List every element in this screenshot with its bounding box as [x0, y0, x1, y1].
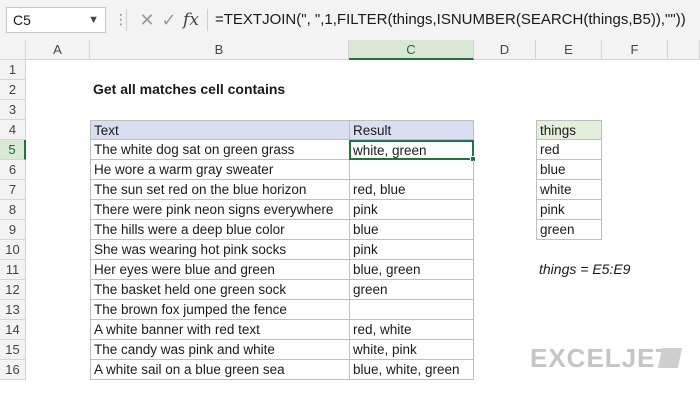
row-header-12[interactable]: 12 [0, 280, 26, 300]
row-header-3[interactable]: 3 [0, 100, 26, 120]
table-cell-text[interactable]: The sun set red on the blue horizon [90, 180, 350, 200]
column-header-overflow [668, 40, 700, 60]
row-header-13[interactable]: 13 [0, 300, 26, 320]
table-cell-result[interactable]: white, pink [349, 340, 474, 360]
column-header-f[interactable]: F [602, 40, 668, 60]
name-box-value: C5 [13, 12, 31, 28]
active-cell[interactable]: white, green [349, 140, 474, 160]
table-cell-text[interactable]: The brown fox jumped the fence [90, 300, 350, 320]
things-item[interactable]: pink [536, 200, 602, 220]
table-cell-result[interactable]: blue, white, green [349, 360, 474, 380]
table-cell-text[interactable]: The basket held one green sock [90, 280, 350, 300]
row-header-2[interactable]: 2 [0, 80, 26, 100]
row-header-1[interactable]: 1 [0, 60, 26, 80]
formula-bar-divider [207, 9, 208, 31]
things-item[interactable]: red [536, 140, 602, 160]
table-cell-result[interactable]: red, white [349, 320, 474, 340]
close-icon[interactable]: ✕ [136, 9, 158, 31]
table-cell-result[interactable]: blue, green [349, 260, 474, 280]
function-icon[interactable]: fx [180, 9, 202, 31]
table-cell-text[interactable]: Her eyes were blue and green [90, 260, 350, 280]
row-header-7[interactable]: 7 [0, 180, 26, 200]
things-item[interactable]: blue [536, 160, 602, 180]
formula-bar-divider [126, 9, 127, 31]
things-header[interactable]: things [536, 120, 602, 140]
table-cell-text[interactable]: The candy was pink and white [90, 340, 350, 360]
named-range-note: things = E5:E9 [539, 261, 631, 277]
things-item[interactable]: green [536, 220, 602, 240]
table-header-result[interactable]: Result [349, 120, 474, 140]
column-header-a[interactable]: A [26, 40, 90, 60]
table-cell-text[interactable]: The hills were a deep blue color [90, 220, 350, 240]
column-header-d[interactable]: D [474, 40, 536, 60]
row-header-4[interactable]: 4 [0, 120, 26, 140]
table-cell-text[interactable]: The white dog sat on green grass [90, 140, 350, 160]
row-header-14[interactable]: 14 [0, 320, 26, 340]
things-item[interactable]: white [536, 180, 602, 200]
table-cell-text[interactable]: A white sail on a blue green sea [90, 360, 350, 380]
formula-bar: C5 ▼ ⋮ ✕ ✓ fx =TEXTJOIN(", ",1,FILTER(th… [0, 0, 700, 41]
table-cell-result[interactable]: green [349, 280, 474, 300]
table-cell-result[interactable]: blue [349, 220, 474, 240]
row-header-11[interactable]: 11 [0, 260, 26, 280]
row-header-10[interactable]: 10 [0, 240, 26, 260]
row-header-9[interactable]: 9 [0, 220, 26, 240]
row-header-8[interactable]: 8 [0, 200, 26, 220]
exceljet-logo-mark [657, 348, 683, 368]
row-header-6[interactable]: 6 [0, 160, 26, 180]
table-cell-result[interactable] [349, 160, 474, 180]
table-cell-result[interactable]: red, blue [349, 180, 474, 200]
table-cell-text[interactable]: She was wearing hot pink socks [90, 240, 350, 260]
row-header-16[interactable]: 16 [0, 360, 26, 380]
name-box[interactable]: C5 ▼ [6, 7, 106, 33]
table-cell-text[interactable]: He wore a warm gray sweater [90, 160, 350, 180]
row-header-15[interactable]: 15 [0, 340, 26, 360]
table-header-text[interactable]: Text [90, 120, 350, 140]
table-cell-result[interactable]: pink [349, 240, 474, 260]
chevron-down-icon[interactable]: ▼ [88, 8, 99, 32]
table-cell-result[interactable]: pink [349, 200, 474, 220]
column-header-c[interactable]: C [349, 40, 474, 60]
select-all-corner[interactable] [0, 40, 26, 60]
table-cell-text[interactable]: There were pink neon signs everywhere [90, 200, 350, 220]
row-header-5[interactable]: 5 [0, 140, 26, 160]
formula-input[interactable]: =TEXTJOIN(", ",1,FILTER(things,ISNUMBER(… [215, 7, 694, 33]
column-header-b[interactable]: B [90, 40, 349, 60]
table-cell-result[interactable] [349, 300, 474, 320]
table-cell-text[interactable]: A white banner with red text [90, 320, 350, 340]
sheet-title[interactable]: Get all matches cell contains [90, 80, 349, 100]
column-header-e[interactable]: E [536, 40, 602, 60]
check-icon[interactable]: ✓ [158, 9, 180, 31]
exceljet-logo: EXCELJET [530, 343, 673, 373]
